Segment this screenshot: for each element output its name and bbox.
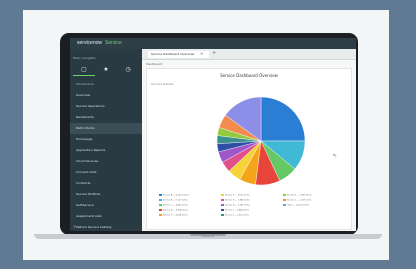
legend-label: Service I — 1,884 items <box>225 209 249 212</box>
tab-bar: Service Dashboard Overview × + <box>142 49 356 60</box>
legend-label: Service G — 2,946 items <box>225 199 250 202</box>
legend-label: Service L — 1,027 items <box>287 199 312 202</box>
star-icon[interactable]: ★ <box>95 65 117 75</box>
legend-label: Service C — 6,812 items <box>163 204 188 207</box>
legend-label: Service A — 11,473 items <box>163 194 189 197</box>
laptop-screen: servicenow Service Filter navigator ▢ ★ ◷… <box>70 38 356 231</box>
nav-item[interactable]: Self-Service <box>70 200 142 211</box>
nav-item[interactable]: Application Reports <box>70 145 142 156</box>
pie-slice[interactable] <box>260 96 306 142</box>
nav-item[interactable]: Connect Chat <box>70 167 142 178</box>
legend-swatch <box>159 194 162 196</box>
brand-name: servicenow <box>77 40 103 46</box>
application-navigator: Filter navigator ▢ ★ ◷ Dashboards Overvi… <box>70 49 142 231</box>
legend-swatch <box>159 204 162 206</box>
add-tab-icon[interactable]: + <box>212 50 216 56</box>
top-navigation-bar: servicenow Service <box>70 38 356 49</box>
legend-swatch <box>159 199 162 201</box>
nav-item[interactable]: Contracts <box>70 178 142 189</box>
legend-label: Service D — 5,904 items <box>163 209 188 212</box>
nav-item[interactable]: Service Operations <box>70 101 142 112</box>
nav-item[interactable]: Service Portfolio <box>70 189 142 200</box>
brand-logo[interactable]: servicenow Service <box>77 40 122 46</box>
legend-label: Other — 14,722 items <box>287 204 310 207</box>
pie-chart[interactable] <box>147 69 351 193</box>
legend-label: Service J — 1,512 items <box>225 214 249 217</box>
legend-swatch <box>221 209 224 211</box>
navigator-tabs: ▢ ★ ◷ <box>70 65 142 76</box>
nav-item[interactable]: Overview <box>70 90 142 101</box>
home-icon[interactable]: ▢ <box>73 65 95 76</box>
legend-item[interactable]: Service J — 1,512 items <box>221 214 277 219</box>
nav-item[interactable]: Metrics Service Catalog <box>70 222 142 231</box>
legend-label: Service K — 1,263 items <box>287 194 312 197</box>
filter-icon[interactable]: ⚲ <box>73 224 76 229</box>
legend-label: Service H — 2,301 items <box>225 204 250 207</box>
page-breadcrumb: Dashboard <box>146 62 163 66</box>
history-icon[interactable]: ◷ <box>117 65 139 75</box>
legend-label: Service B — 9,127 items <box>163 199 188 202</box>
nav-list: Dashboards Overview Service Operations D… <box>70 79 142 231</box>
nav-item-selected[interactable]: Dell's Studio <box>70 123 142 134</box>
legend-swatch <box>283 204 286 206</box>
filter-navigator-input[interactable]: Filter navigator <box>73 54 137 62</box>
nav-item[interactable]: Homepage <box>70 134 142 145</box>
legend-item[interactable]: Other — 14,722 items <box>283 204 339 209</box>
legend-swatch <box>221 199 224 201</box>
legend-swatch <box>283 194 286 196</box>
nav-item[interactable]: Dashboards <box>70 112 142 123</box>
device-label: MacBook Air <box>201 236 215 238</box>
nav-module-header[interactable]: Dashboards <box>70 79 142 90</box>
chart-legend: Service A — 11,473 items Service B — 9,12… <box>159 194 345 224</box>
report-panel: Service Dashboard Overview Service Detai… <box>146 68 352 230</box>
legend-label: Service F — 3,517 items <box>225 194 250 197</box>
brand-subtitle: Service <box>105 40 122 46</box>
close-icon[interactable]: × <box>200 51 203 56</box>
cursor-icon: ↖ <box>333 153 338 159</box>
legend-label: Service E — 4,208 items <box>163 214 188 217</box>
legend-item[interactable]: Service E — 4,208 items <box>159 214 215 219</box>
main-content: Service Dashboard Overview × + Dashboard… <box>142 49 356 231</box>
legend-swatch <box>221 204 224 206</box>
legend-swatch <box>221 214 224 216</box>
nav-item[interactable]: Cloud Services <box>70 156 142 167</box>
legend-swatch <box>283 199 286 201</box>
nav-item[interactable]: Assignment Lists <box>70 211 142 222</box>
legend-swatch <box>159 209 162 211</box>
legend-swatch <box>221 194 224 196</box>
legend-swatch <box>159 214 162 216</box>
